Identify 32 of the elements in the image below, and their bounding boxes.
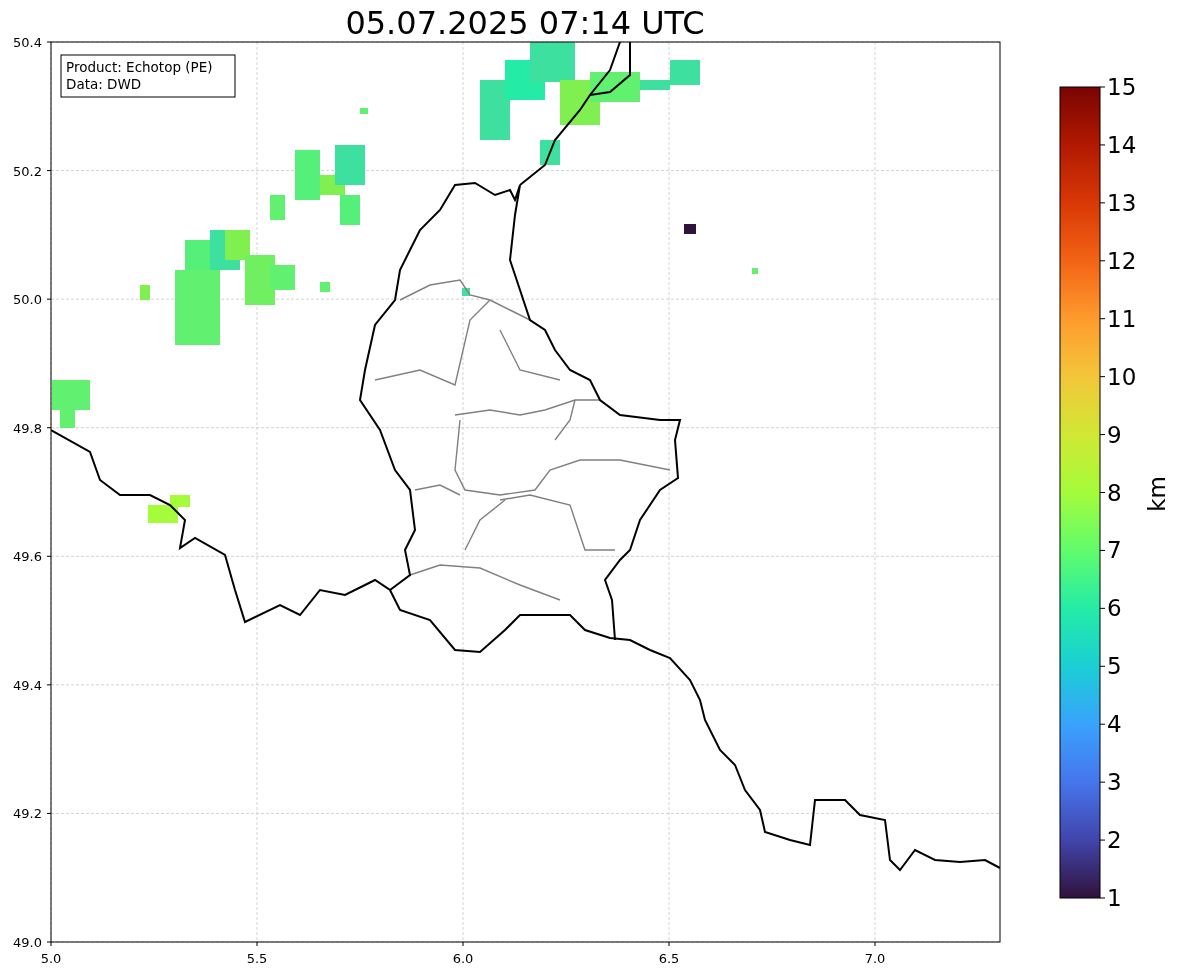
colorbar-tick-label: 15 [1107, 74, 1137, 100]
legend-text: Data: DWD [66, 76, 142, 92]
colorbar-tick-label: 13 [1107, 189, 1137, 216]
y-tick-label: 50.0 [13, 292, 42, 308]
colorbar-tick-label: 3 [1107, 769, 1122, 796]
colorbar-tick-label: 6 [1107, 595, 1122, 622]
colorbar-tick-label: 10 [1107, 363, 1137, 390]
colorbar-tick-label: 14 [1107, 131, 1137, 158]
x-tick-label: 5.5 [246, 951, 268, 966]
colorbar-tick-label: 9 [1107, 421, 1122, 448]
colorbar-tick-label: 2 [1107, 827, 1122, 854]
colorbar-tick-label: 7 [1107, 537, 1122, 564]
y-tick-label: 49.2 [13, 806, 42, 822]
colorbar-label: km [1144, 476, 1170, 512]
colorbar-tick-label: 11 [1107, 305, 1137, 332]
y-tick-label: 49.0 [13, 935, 42, 950]
colorbar-tick-label: 4 [1107, 711, 1122, 738]
x-tick-label: 6.5 [658, 951, 680, 966]
y-tick-label: 49.8 [13, 420, 42, 436]
y-tick-label: 50.2 [13, 163, 42, 179]
colorbar-tick-label: 5 [1107, 653, 1122, 680]
colorbar-tick-label: 8 [1107, 479, 1122, 506]
colorbar-tick-label: 12 [1107, 247, 1137, 274]
x-tick-label: 7.0 [864, 951, 886, 966]
y-tick-label: 49.4 [13, 677, 42, 693]
colorbar-tick-label: 1 [1107, 885, 1122, 911]
plot-title: 05.07.2025 07:14 UTC [345, 4, 705, 42]
x-tick-label: 5.0 [40, 951, 62, 966]
x-tick-label: 6.0 [452, 951, 474, 966]
legend-text: Product: Echotop (PE) [66, 59, 213, 75]
y-tick-label: 50.4 [13, 35, 42, 50]
y-tick-label: 49.6 [13, 549, 42, 565]
